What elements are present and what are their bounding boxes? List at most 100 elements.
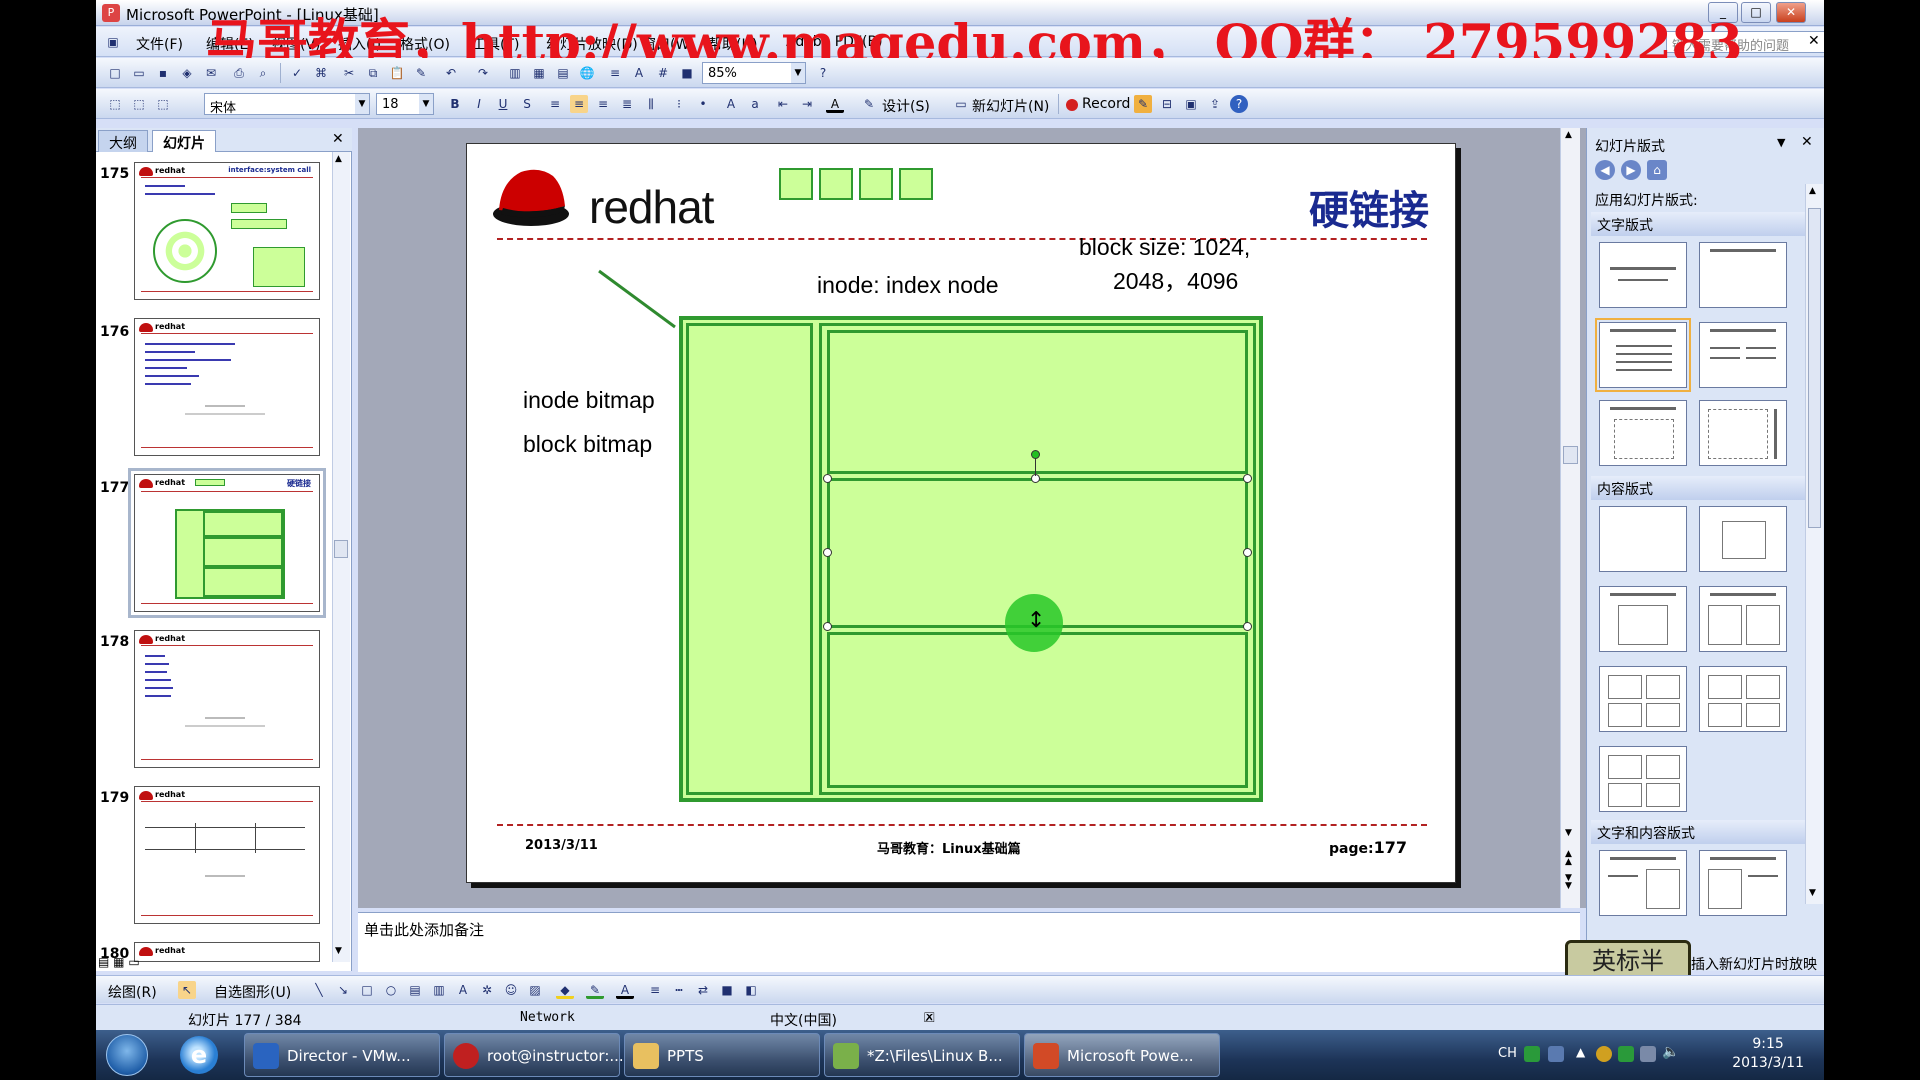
scroll-up-icon[interactable]: ▲ [335, 154, 342, 164]
bitmap-area[interactable] [686, 323, 813, 795]
slide-thumbnail-selected[interactable]: redhat 硬链接 [128, 468, 326, 618]
increase-font-icon[interactable]: A [722, 95, 740, 113]
normal-view-icon[interactable]: ▤ [98, 955, 109, 969]
layout-title-slide[interactable] [1599, 242, 1687, 308]
save-icon[interactable]: ▪ [154, 64, 172, 82]
print-icon[interactable]: ⎙ [230, 64, 248, 82]
copy-icon[interactable]: ⧉ [364, 64, 382, 82]
picture-icon[interactable]: ▨ [526, 981, 544, 999]
volume-icon[interactable]: 🔈 [1662, 1044, 1679, 1060]
slide-sorter-icon[interactable]: ▦ [113, 955, 124, 969]
task-pane-scrollbar[interactable]: ▲ ▼ [1805, 184, 1823, 904]
pen-icon[interactable]: ✎ [1134, 95, 1152, 113]
font-select[interactable]: 宋体 ▼ [204, 93, 370, 116]
slide-thumbnail[interactable]: redhat [134, 942, 320, 962]
layout-title-only[interactable] [1699, 242, 1787, 308]
slide-thumbnail[interactable]: redhat [134, 786, 320, 924]
dash-style-icon[interactable]: ┅ [670, 981, 688, 999]
format-painter-icon[interactable]: ✎ [412, 64, 430, 82]
increase-indent-icon[interactable]: ⇥ [798, 95, 816, 113]
layout-four-content[interactable] [1599, 746, 1687, 812]
slide-canvas[interactable]: redhat 硬链接 block size: 1024, 2048，4096 i… [466, 143, 1456, 883]
redo-icon[interactable]: ↷ [474, 64, 492, 82]
print-preview-icon[interactable]: ⌕ [254, 64, 272, 82]
powerpoint-app-icon[interactable]: P [102, 4, 120, 22]
new-icon[interactable]: □ [106, 64, 124, 82]
maximize-button[interactable]: □ [1741, 2, 1771, 23]
chevron-down-icon[interactable]: ▼ [791, 63, 805, 83]
layout-title-content-2x2b[interactable] [1699, 666, 1787, 732]
record-button[interactable]: Record [1082, 96, 1130, 112]
taskbar-button-terminal[interactable]: root@instructor:... [444, 1033, 624, 1077]
bullets-icon[interactable]: • [694, 95, 712, 113]
pdf-icon[interactable]: ⬚ [106, 95, 124, 113]
align-right-icon[interactable]: ≡ [594, 95, 612, 113]
align-center-icon[interactable]: ≡ [570, 95, 588, 113]
scroll-down-icon[interactable]: ▼ [335, 946, 342, 956]
font-size-select[interactable]: 18 ▼ [376, 93, 434, 115]
home-icon[interactable]: ⌂ [1647, 160, 1667, 180]
scroll-down-icon[interactable]: ▼ [1565, 828, 1572, 838]
diagram-icon[interactable]: ✲ [478, 981, 496, 999]
slide-thumbnail[interactable]: redhat [134, 318, 320, 456]
arrow-style-icon[interactable]: ⇄ [694, 981, 712, 999]
publish-icon[interactable]: ⇪ [1206, 95, 1224, 113]
chevron-down-icon[interactable]: ▼ [355, 94, 369, 114]
show-when-inserting-label[interactable]: 插入新幻灯片时放映 [1691, 954, 1821, 974]
research-icon[interactable]: ⌘ [312, 64, 330, 82]
layout-vertical-text[interactable] [1599, 400, 1687, 466]
oval-icon[interactable]: ○ [382, 981, 400, 999]
back-icon[interactable]: ◀ [1595, 160, 1615, 180]
close-button[interactable]: ✕ [1776, 2, 1806, 23]
select-arrow-icon[interactable]: ↖ [178, 981, 196, 999]
ime-indicator[interactable]: CH [1498, 1046, 1517, 1061]
taskbar-button-director[interactable]: Director - VMw... [244, 1033, 440, 1077]
tab-outline[interactable]: 大纲 [98, 130, 148, 152]
resize-handle[interactable] [823, 622, 832, 631]
design-button[interactable]: 设计(S) [882, 96, 930, 116]
layout-text-content[interactable] [1599, 850, 1687, 916]
hyperlink-icon[interactable]: 🌐 [578, 64, 596, 82]
scroll-up-icon[interactable]: ▲ [1809, 186, 1816, 196]
close-panel-icon[interactable]: ✕ [332, 131, 344, 147]
resize-handle[interactable] [1243, 548, 1252, 557]
previous-slide-icon[interactable]: ▲ ▲ [1565, 850, 1572, 867]
screen-icon[interactable]: ▣ [1182, 95, 1200, 113]
start-button[interactable] [106, 1034, 148, 1076]
scroll-down-icon[interactable]: ▼ [1809, 888, 1816, 898]
network-icon[interactable] [1640, 1046, 1656, 1062]
taskbar-button-ppts[interactable]: PPTS [624, 1033, 820, 1077]
expand-all-icon[interactable]: ≡ [606, 64, 624, 82]
stop-icon[interactable]: ⊟ [1158, 95, 1176, 113]
tray-keyboard-icon[interactable] [1548, 1046, 1564, 1062]
grid-icon[interactable]: # [654, 64, 672, 82]
underline-icon[interactable]: U [494, 95, 512, 113]
scroll-thumb[interactable] [334, 540, 348, 558]
numbering-icon[interactable]: ⁝ [670, 95, 688, 113]
clipart-icon[interactable]: ☺ [502, 981, 520, 999]
layout-title-two-content[interactable] [1699, 586, 1787, 652]
ime-icon[interactable] [1524, 1046, 1540, 1062]
help-icon[interactable]: ? [814, 64, 832, 82]
arrow-icon[interactable]: ↘ [334, 981, 352, 999]
font-color-icon[interactable]: A [616, 981, 634, 999]
slideshow-icon[interactable]: ▭ [128, 955, 139, 969]
taskbar-button-powerpoint[interactable]: Microsoft Powe... [1024, 1033, 1220, 1077]
wordart-icon[interactable]: A [454, 981, 472, 999]
layout-title-text-selected[interactable] [1595, 318, 1691, 392]
slide-thumbnail[interactable]: redhat [134, 630, 320, 768]
layout-two-column-text[interactable] [1699, 322, 1787, 388]
fill-color-icon[interactable]: ◆ [556, 981, 574, 999]
permission-icon[interactable]: ◈ [178, 64, 196, 82]
column-icon[interactable]: ⫼ [642, 95, 660, 113]
tray-app-icon[interactable] [1596, 1046, 1612, 1062]
paste-icon[interactable]: 📋 [388, 64, 406, 82]
new-slide-button[interactable]: 新幻灯片(N) [972, 96, 1049, 116]
scroll-up-icon[interactable]: ▲ [1565, 130, 1572, 140]
insert-chart-icon[interactable]: ▥ [506, 64, 524, 82]
zoom-select[interactable]: 85% ▼ [702, 62, 806, 84]
help-icon[interactable]: ? [1230, 95, 1248, 113]
layout-content-text[interactable] [1699, 850, 1787, 916]
shadow-icon[interactable]: S [518, 95, 536, 113]
email-icon[interactable]: ✉ [202, 64, 220, 82]
